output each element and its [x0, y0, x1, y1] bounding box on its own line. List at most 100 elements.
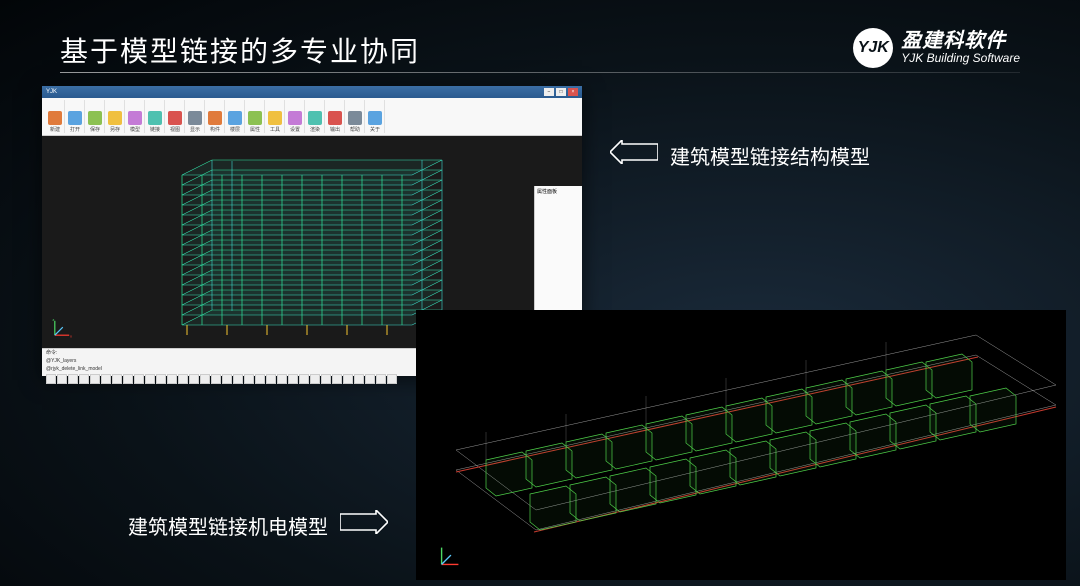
status-tool-icon[interactable] — [211, 374, 221, 384]
ribbon-button[interactable]: 链接 — [146, 100, 165, 133]
maximize-button[interactable]: □ — [556, 88, 566, 96]
status-tool-icon[interactable] — [156, 374, 166, 384]
status-tool-icon[interactable] — [46, 374, 56, 384]
callout-structural-text: 建筑模型链接结构模型 — [670, 141, 870, 170]
ribbon-button[interactable]: 属性 — [246, 100, 265, 133]
cad-title-text: YJK — [46, 89, 57, 95]
svg-text:z: z — [52, 317, 54, 322]
ribbon-button[interactable]: 楼层 — [226, 100, 245, 133]
ribbon-tool-icon — [308, 111, 322, 125]
axis-gizmo-icon: x z — [50, 316, 74, 340]
ribbon-tool-icon — [208, 111, 222, 125]
ribbon-label: 属性 — [250, 126, 260, 133]
ribbon-label: 设置 — [290, 126, 300, 133]
title-underline — [60, 72, 1020, 73]
status-tool-icon[interactable] — [123, 374, 133, 384]
ribbon-button[interactable]: 视图 — [166, 100, 185, 133]
status-tool-icon[interactable] — [79, 374, 89, 384]
ribbon-button[interactable]: 渲染 — [306, 100, 325, 133]
ribbon-label: 显示 — [190, 126, 200, 133]
callout-mep-text: 建筑模型链接机电模型 — [128, 511, 328, 540]
ribbon-tool-icon — [268, 111, 282, 125]
status-tool-icon[interactable] — [321, 374, 331, 384]
ribbon-tool-icon — [288, 111, 302, 125]
mep-viewport[interactable] — [416, 310, 1066, 580]
status-tool-icon[interactable] — [354, 374, 364, 384]
arrow-left-icon — [610, 140, 658, 170]
ribbon-button[interactable]: 输出 — [326, 100, 345, 133]
minimize-button[interactable]: − — [544, 88, 554, 96]
axis-gizmo-icon — [436, 542, 464, 570]
status-tool-icon[interactable] — [57, 374, 67, 384]
status-tool-icon[interactable] — [145, 374, 155, 384]
ribbon-label: 链接 — [150, 126, 160, 133]
ribbon-button[interactable]: 构件 — [206, 100, 225, 133]
status-tool-icon[interactable] — [376, 374, 386, 384]
status-tool-icon[interactable] — [233, 374, 243, 384]
status-tool-icon[interactable] — [266, 374, 276, 384]
callout-mep: 建筑模型链接机电模型 — [128, 510, 388, 540]
ribbon-tool-icon — [128, 111, 142, 125]
ribbon-label: 视图 — [170, 126, 180, 133]
ribbon-tool-icon — [108, 111, 122, 125]
status-tool-icon[interactable] — [167, 374, 177, 384]
status-tool-icon[interactable] — [189, 374, 199, 384]
ribbon-button[interactable]: 保存 — [86, 100, 105, 133]
ribbon-label: 工具 — [270, 126, 280, 133]
status-tool-icon[interactable] — [90, 374, 100, 384]
ribbon-button[interactable]: 另存 — [106, 100, 125, 133]
status-tool-icon[interactable] — [365, 374, 375, 384]
status-tool-icon[interactable] — [387, 374, 397, 384]
brand-logo: YJK 盈建科软件 YJK Building Software — [853, 28, 1020, 68]
status-tool-icon[interactable] — [343, 374, 353, 384]
ribbon-button[interactable]: 工具 — [266, 100, 285, 133]
status-tool-icon[interactable] — [134, 374, 144, 384]
ribbon-tool-icon — [188, 111, 202, 125]
side-panel-title: 属性面板 — [537, 188, 580, 195]
close-button[interactable]: × — [568, 88, 578, 96]
arrow-right-icon — [340, 510, 388, 540]
ribbon-label: 新建 — [50, 126, 60, 133]
callout-structural: 建筑模型链接结构模型 — [610, 140, 870, 170]
status-tool-icon[interactable] — [299, 374, 309, 384]
status-tool-icon[interactable] — [101, 374, 111, 384]
brand-name-en: YJK Building Software — [901, 52, 1020, 65]
ribbon-tool-icon — [248, 111, 262, 125]
status-tool-icon[interactable] — [200, 374, 210, 384]
ribbon-button[interactable]: 关于 — [366, 100, 385, 133]
ribbon-label: 输出 — [330, 126, 340, 133]
status-tool-icon[interactable] — [277, 374, 287, 384]
ribbon-button[interactable]: 新建 — [46, 100, 65, 133]
status-tool-icon[interactable] — [112, 374, 122, 384]
ribbon-tool-icon — [348, 111, 362, 125]
status-tool-icon[interactable] — [332, 374, 342, 384]
ribbon-button[interactable]: 帮助 — [346, 100, 365, 133]
status-tool-icon[interactable] — [222, 374, 232, 384]
mep-rooms-render — [416, 310, 1066, 580]
status-tool-icon[interactable] — [68, 374, 78, 384]
cad-ribbon: 新建 打开 保存 另存 模型 链接 视图 显示构件楼层 属性 工具 设置 渲染 输出 帮助 关于 — [42, 98, 582, 136]
status-tool-icon[interactable] — [288, 374, 298, 384]
ribbon-label: 渲染 — [310, 126, 320, 133]
ribbon-label: 楼层 — [230, 126, 240, 133]
cad-titlebar: YJK − □ × — [42, 86, 582, 98]
ribbon-label: 关于 — [370, 126, 380, 133]
ribbon-button[interactable]: 显示 — [186, 100, 205, 133]
ribbon-button[interactable]: 模型 — [126, 100, 145, 133]
ribbon-button[interactable]: 打开 — [66, 100, 85, 133]
ribbon-label: 打开 — [70, 126, 80, 133]
ribbon-tool-icon — [228, 111, 242, 125]
status-tool-icon[interactable] — [178, 374, 188, 384]
status-tool-icon[interactable] — [244, 374, 254, 384]
status-tool-icon[interactable] — [310, 374, 320, 384]
status-tool-icon[interactable] — [255, 374, 265, 384]
ribbon-label: 保存 — [90, 126, 100, 133]
ribbon-button[interactable]: 设置 — [286, 100, 305, 133]
logo-badge: YJK — [853, 28, 893, 68]
ribbon-label: 另存 — [110, 126, 120, 133]
ribbon-label: 帮助 — [350, 126, 360, 133]
ribbon-tool-icon — [328, 111, 342, 125]
page-title: 基于模型链接的多专业协同 — [60, 30, 420, 70]
ribbon-label: 模型 — [130, 126, 140, 133]
ribbon-tool-icon — [168, 111, 182, 125]
